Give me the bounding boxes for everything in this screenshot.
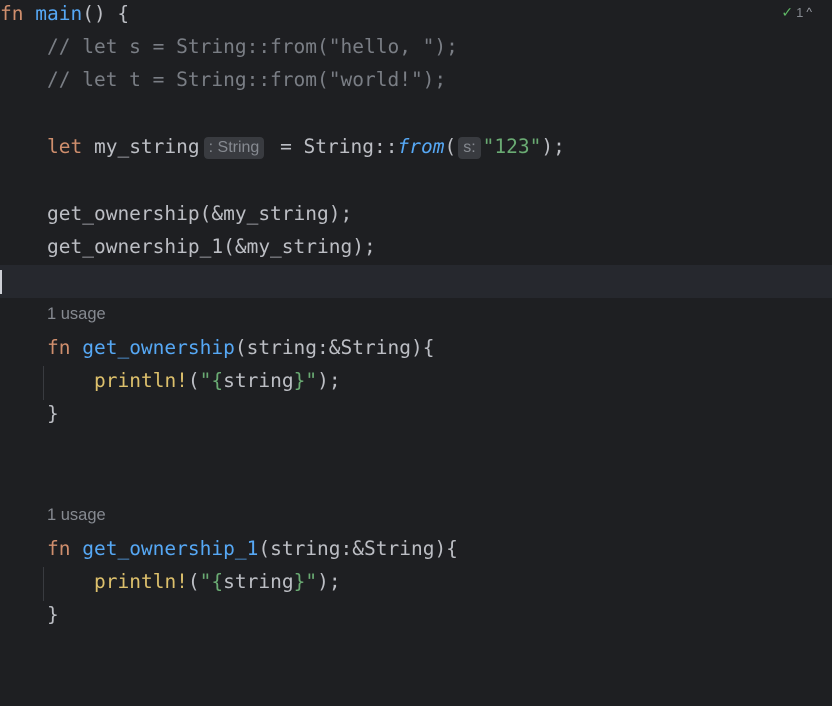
code-line[interactable]: println!("{string}");: [94, 565, 832, 598]
current-line[interactable]: [0, 265, 832, 298]
code-text: get_ownership(&my_string);: [47, 202, 353, 225]
comment: // let t = String::from("world!");: [47, 68, 447, 91]
macro-call: println!: [94, 369, 188, 392]
format-brace: {: [211, 369, 224, 392]
code-text: get_ownership_1(&my_string);: [47, 235, 376, 258]
code-line[interactable]: fn get_ownership(string:&String){: [47, 331, 832, 364]
usage-hint[interactable]: 1 usage: [47, 499, 106, 532]
code-line[interactable]: get_ownership_1(&my_string);: [47, 230, 832, 263]
format-brace: }: [293, 570, 306, 593]
macro-call: println!: [94, 570, 188, 593]
keyword: let: [47, 135, 83, 158]
indent-guide: [43, 567, 44, 601]
usage-hint[interactable]: 1 usage: [47, 298, 106, 331]
text-caret: [0, 270, 2, 294]
code-text: );: [317, 570, 341, 593]
function-name: get_ownership: [82, 336, 235, 359]
code-text: (: [444, 135, 457, 158]
code-text: );: [541, 135, 565, 158]
code-text: (: [187, 369, 200, 392]
code-editor[interactable]: ✓ 1 ^ fn main() { // let s = String::fro…: [0, 0, 832, 706]
code-text: }: [47, 402, 59, 425]
code-line[interactable]: fn main() {: [0, 0, 832, 30]
code-text: );: [317, 369, 341, 392]
format-argument: string: [223, 570, 294, 593]
code-text: (: [187, 570, 200, 593]
string-literal: ": [199, 369, 212, 392]
keyword: fn: [47, 537, 71, 560]
code-line[interactable]: let my_string: String = String::from(s: "…: [47, 130, 832, 163]
code-text: }: [47, 603, 59, 626]
keyword: fn: [0, 2, 24, 25]
code-line[interactable]: }: [47, 598, 832, 631]
function-name: main: [35, 2, 83, 25]
code-text: () {: [82, 2, 130, 25]
code-line[interactable]: }: [47, 397, 832, 430]
keyword: fn: [47, 336, 71, 359]
function-name: get_ownership_1: [82, 537, 259, 560]
string-literal: ": [305, 570, 318, 593]
code-text: (string:&String){: [234, 336, 435, 359]
variable-name: my_string: [82, 135, 200, 158]
method-call: from: [397, 135, 445, 158]
format-argument: string: [223, 369, 294, 392]
code-line[interactable]: // let s = String::from("hello, ");: [47, 30, 832, 63]
parameter-hint[interactable]: s:: [458, 137, 481, 159]
string-literal: ": [199, 570, 212, 593]
code-line[interactable]: // let t = String::from("world!");: [47, 63, 832, 96]
format-brace: }: [293, 369, 306, 392]
type-hint[interactable]: : String: [203, 137, 265, 159]
comment: // let s = String::from("hello, ");: [47, 35, 458, 58]
string-literal: "123": [482, 135, 542, 158]
string-literal: ": [305, 369, 318, 392]
code-line[interactable]: get_ownership(&my_string);: [47, 197, 832, 230]
code-text: = String::: [268, 135, 398, 158]
code-line[interactable]: println!("{string}");: [94, 364, 832, 397]
indent-guide: [43, 366, 44, 400]
code-text: (string:&String){: [258, 537, 458, 560]
format-brace: {: [211, 570, 224, 593]
code-line[interactable]: fn get_ownership_1(string:&String){: [47, 532, 832, 565]
